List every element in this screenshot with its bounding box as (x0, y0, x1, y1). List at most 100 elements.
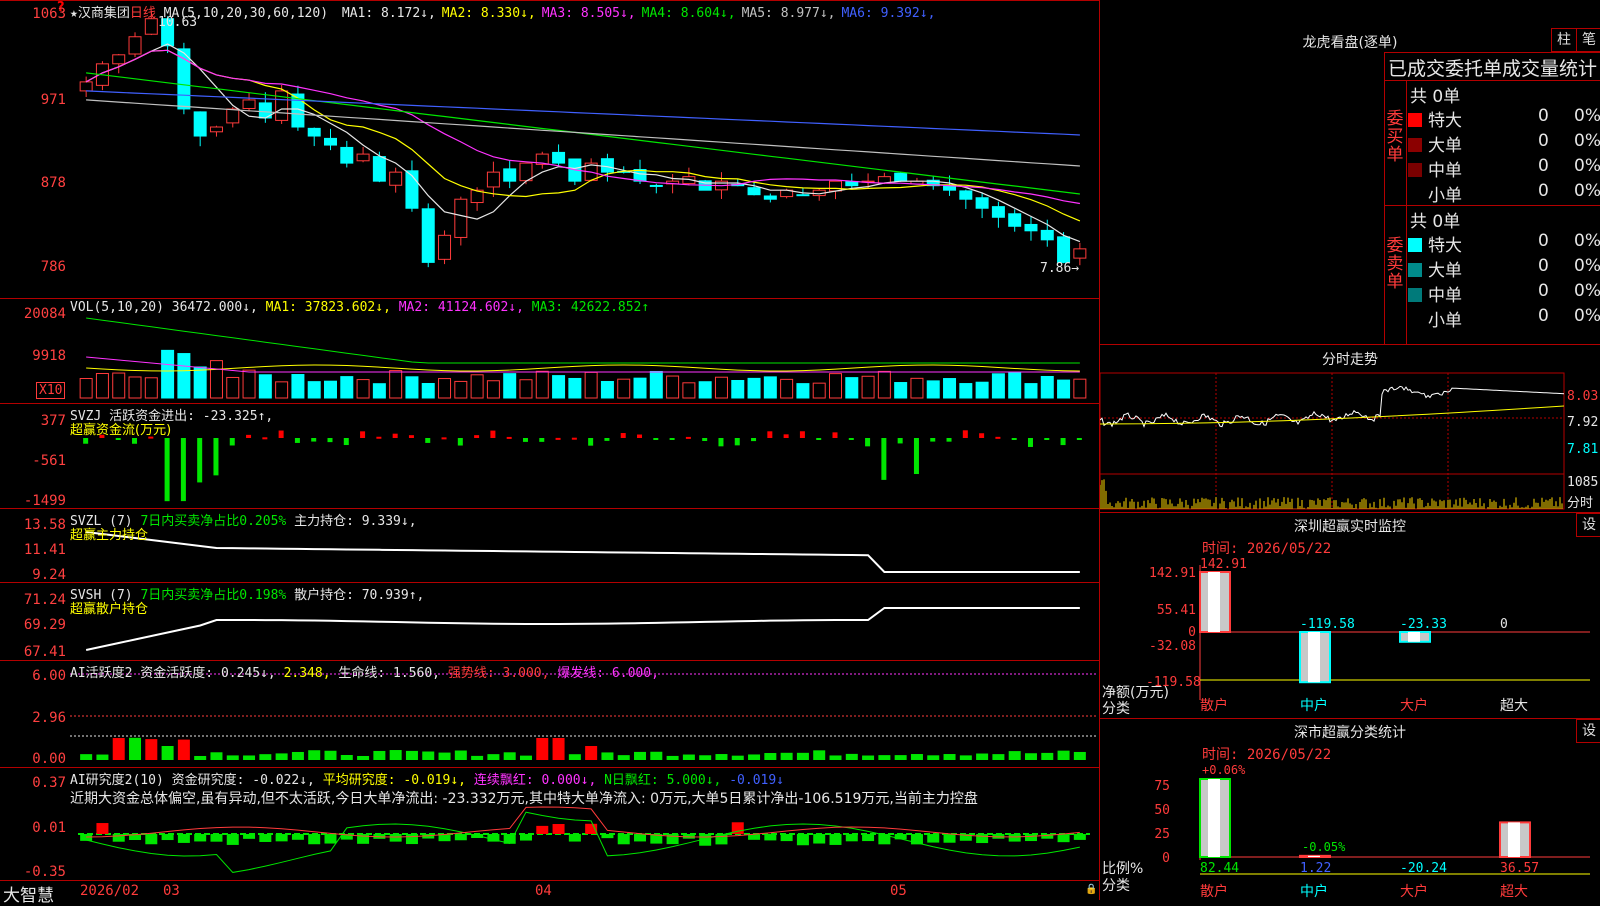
volume-bar (177, 353, 191, 399)
ai1-bar (992, 754, 1005, 760)
svzj-bar (1060, 438, 1066, 446)
candlesticks (79, 11, 1087, 268)
ai1-bar (666, 755, 679, 760)
ma2-line (85, 49, 1081, 222)
svsh-tick: 71.24 (23, 592, 66, 608)
ai1-bar (519, 755, 532, 760)
ai2-bar (780, 834, 793, 842)
volume-bar (275, 381, 289, 399)
svsh-border (0, 582, 1100, 583)
ai2-border (0, 767, 1100, 768)
svzj-bar (180, 438, 186, 502)
svzj-bar (441, 437, 447, 440)
chart-top-border (0, 0, 1100, 1)
volume-bar (682, 382, 696, 399)
ma5-line (86, 99, 1080, 167)
sh-bar-label: -20.24 (1400, 861, 1447, 876)
svsh-line (85, 607, 1080, 651)
ai2-bar (796, 834, 809, 846)
ai2-bar (226, 834, 239, 845)
svzj-bar (1027, 438, 1033, 447)
ai1-bar (617, 755, 630, 760)
svzj-bar (343, 438, 349, 446)
volume-bar (112, 372, 126, 399)
ma-value: MA6: 9.392↓, (841, 6, 936, 21)
volume-bar (503, 373, 517, 399)
sh-bar-highlight (1208, 779, 1220, 857)
volume-bar (128, 376, 142, 399)
svzj-bar (913, 438, 919, 475)
svzl-ratio: 7日内买卖净占比0.205% (140, 514, 287, 529)
candle-body (226, 108, 240, 124)
date-label: 03 (163, 883, 180, 899)
candle-body (209, 126, 223, 133)
ai1-bar (438, 752, 451, 760)
svzj-bar (751, 438, 757, 442)
stock-name[interactable]: ★汉商集团 (70, 6, 130, 21)
ma-value: MA1: 8.172↓, (341, 6, 436, 21)
candle-body (144, 18, 158, 35)
lock-icon[interactable]: 🔒 (1085, 884, 1097, 895)
candle-body (763, 195, 777, 200)
sz-bar-highlight (1208, 572, 1220, 632)
svzj-bar (246, 434, 252, 438)
svzj-bar (425, 438, 431, 443)
candle-body (438, 234, 452, 260)
svzj-bar (408, 435, 414, 438)
candle-body (503, 168, 517, 182)
svzj-bar (539, 438, 545, 442)
ai1-bar (1073, 751, 1086, 760)
svsh-position: 散户持仓: 70.939↑, (294, 588, 425, 603)
volume-bar (845, 377, 859, 399)
stock-chart-area[interactable] (0, 0, 1100, 900)
volume-bar (242, 369, 256, 399)
ai2-bar (324, 834, 337, 844)
volume-bar (552, 375, 566, 399)
svzj-bar (262, 437, 268, 440)
svzj-bar (506, 436, 512, 439)
ai2-bar (389, 834, 402, 842)
ai2-bar (976, 834, 989, 844)
volume-bar (1040, 375, 1054, 399)
ai1-bar (454, 750, 467, 760)
candle-body (1073, 248, 1087, 259)
ai1-bar (96, 754, 109, 760)
ai1-bar (471, 755, 484, 760)
ai1-bar (194, 755, 207, 760)
svzj-bar (311, 438, 317, 442)
svzj-bar (979, 433, 985, 438)
ai1-bar (145, 739, 158, 760)
ai1-bar (340, 754, 353, 760)
ai2-bar (308, 834, 321, 845)
volume-bar (470, 374, 484, 399)
svzj-bar (457, 438, 463, 446)
price-tick: 1063 (32, 6, 66, 22)
ai1-bar (177, 739, 190, 760)
ma-value: MA2: 8.330↓, (441, 6, 536, 21)
volume-bar (258, 374, 272, 399)
volume-bar (600, 381, 614, 399)
ai1-bar (552, 738, 565, 760)
sz-bar-label: -23.33 (1400, 617, 1447, 632)
svzl-position: 主力持仓: 9.339↓, (294, 514, 417, 529)
svzj-bar (620, 433, 626, 438)
ai2-bar (80, 834, 93, 841)
ai1-bar (1057, 750, 1070, 760)
ai1-bar (927, 755, 940, 760)
price-tick: 878 (40, 175, 66, 191)
high-price-marker: 10.63 (158, 15, 198, 30)
sh-bar-highlight (1508, 822, 1520, 857)
candle-body (1024, 223, 1038, 232)
volume-bar (438, 378, 452, 399)
sz-category: 大户 (1400, 697, 1428, 714)
vol-unit-badge[interactable]: X10 (36, 382, 66, 399)
period-label[interactable]: 日线 (130, 6, 156, 21)
ai2-bar (96, 823, 109, 834)
volume-bar (861, 375, 875, 399)
sz-bar-label: 0 (1500, 617, 1508, 632)
volume-bar (421, 383, 435, 399)
candle-body (193, 111, 207, 137)
ai2-bar (829, 834, 842, 845)
svzl-tick: 9.24 (32, 567, 66, 583)
ma1-line (85, 43, 1081, 243)
